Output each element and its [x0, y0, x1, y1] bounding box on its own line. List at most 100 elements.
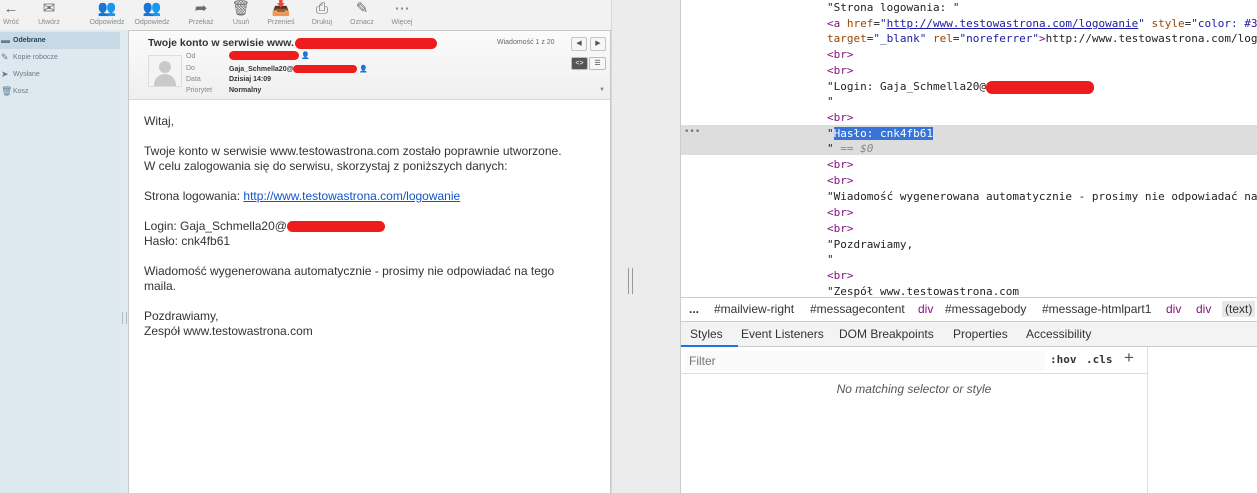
selected-text-node[interactable]: Hasło: cnk4fb61 [833, 127, 933, 140]
breadcrumb-item[interactable]: #mailview-right [714, 302, 794, 316]
back-arrow-icon: ← [3, 0, 19, 17]
login-text: Login: Gaja_Schmella20@ [144, 219, 287, 233]
redaction-mark [293, 65, 358, 74]
breadcrumb-item[interactable]: #message-htmlpart1 [1042, 302, 1151, 316]
trash-icon: 🗑 [1, 86, 13, 96]
back-button[interactable]: ← Wróć [0, 0, 22, 30]
folder-sent[interactable]: ➤ Wysłane [0, 66, 120, 83]
add-contact-icon[interactable]: 👤 [301, 52, 310, 59]
dom-line-quote[interactable]: " [827, 94, 834, 109]
from-label: Od [186, 53, 196, 60]
from-value[interactable]: 👤 [229, 51, 310, 60]
computed-sidebar [1147, 347, 1257, 493]
reply-button[interactable]: 👥 Odpowiedz [88, 0, 126, 30]
compose-button[interactable]: ✉ Utwórz [34, 0, 64, 30]
dom-line-dollar[interactable]: " == $0 [827, 141, 873, 156]
more-icon: ⋯ [394, 0, 410, 17]
breadcrumb-item[interactable]: #messagebody [945, 302, 1026, 316]
forward-button[interactable]: ➦ Przekaż [184, 0, 218, 30]
filter-input[interactable] [685, 351, 1045, 371]
breadcrumb-item[interactable]: #messagecontent [810, 302, 905, 316]
dom-line-br[interactable]: <br> [827, 205, 854, 220]
avatar [148, 55, 182, 87]
to-value[interactable]: Gaja_Schmella20@ 👤 [229, 65, 368, 74]
mark-button[interactable]: ✎ Oznacz [346, 0, 378, 30]
reply-all-button[interactable]: 👥 Odpowiedz [130, 0, 174, 30]
signature: Pozdrawiamy, Zespół www.testowastrona.co… [144, 309, 313, 338]
dom-line-auto[interactable]: "Wiadomość wygenerowana automatycznie - … [827, 189, 1257, 204]
class-toggle[interactable]: .cls [1086, 353, 1113, 366]
breadcrumb-item[interactable]: div [1196, 302, 1211, 316]
redaction-mark [985, 80, 1094, 94]
delete-button[interactable]: 🗑 Usuń [229, 0, 253, 30]
dom-line-br[interactable]: <br> [827, 63, 854, 78]
reply-all-icon: 👥 [142, 0, 162, 17]
add-rule-icon[interactable]: + [1124, 348, 1134, 368]
reply-icon: 👥 [97, 0, 117, 17]
dom-line-selected[interactable]: "Hasło: cnk4fb61 [827, 126, 933, 141]
folder-trash[interactable]: 🗑 Kosz [0, 83, 120, 100]
folder-splitter[interactable] [120, 30, 128, 493]
hover-state-toggle[interactable]: :hov [1050, 353, 1077, 366]
breadcrumb-more[interactable]: ... [689, 302, 699, 316]
href-link[interactable]: http://www.testowastrona.com/logowanie [887, 17, 1139, 30]
plain-view-button[interactable]: ☰ [589, 57, 606, 70]
lines-icon: ☰ [594, 60, 601, 67]
dom-tree: ••• "Strona logowania: " <a href="http:/… [681, 0, 1257, 298]
collapse-chevron-icon[interactable]: ▼ [599, 87, 605, 93]
dom-line-login[interactable]: "Login: Gaja_Schmella20@ [827, 79, 1094, 94]
mark-icon: ✎ [355, 0, 369, 17]
print-icon: ⎙ [315, 0, 328, 17]
tab-accessibility[interactable]: Accessibility [1026, 327, 1091, 341]
priority-value: Normalny [229, 87, 262, 94]
selected-node-row[interactable]: ••• [681, 125, 1257, 155]
prev-message-button[interactable]: ◀ [571, 37, 587, 51]
html-view-button[interactable]: <> [571, 57, 588, 70]
move-icon: 📥 [271, 0, 291, 17]
dom-line-br[interactable]: <br> [827, 110, 854, 125]
priority-label: Priorytet [186, 87, 213, 94]
pane-splitter[interactable] [611, 0, 680, 493]
tab-styles[interactable]: Styles [690, 327, 723, 341]
dom-line-br[interactable]: <br> [827, 173, 854, 188]
message-counter: Wiadomość 1 z 20 [497, 39, 555, 46]
print-button[interactable]: ⎙ Drukuj [309, 0, 335, 30]
folder-inbox[interactable]: ▬ Odebrane [0, 32, 120, 49]
breadcrumb-item[interactable]: div [918, 302, 933, 316]
date-value: Dzisiaj 14:09 [229, 76, 272, 83]
dom-line-anchor[interactable]: <a href="http://www.testowastrona.com/lo… [827, 16, 1257, 31]
dom-line-regards[interactable]: "Pozdrawiamy, [827, 237, 913, 252]
mail-toolbar: ← Wróć ✉ Utwórz 👥 Odpowiedz 👥 Odpowiedz … [0, 0, 620, 31]
date-label: Data [186, 76, 201, 83]
more-button[interactable]: ⋯ Więcej [388, 0, 416, 30]
tab-event-listeners[interactable]: Event Listeners [741, 327, 824, 341]
next-message-button[interactable]: ▶ [590, 37, 606, 51]
dom-line-br[interactable]: <br> [827, 221, 854, 236]
message-header: Twoje konto w serwisie www. Od 👤 Do Gaja… [129, 31, 610, 100]
breadcrumb-current[interactable]: (text) [1222, 301, 1256, 317]
dom-line-quote[interactable]: " [827, 252, 834, 267]
dom-line-anchor-cont[interactable]: target="_blank" rel="noreferrer">http://… [827, 31, 1257, 46]
chevron-right-icon: ▶ [595, 40, 601, 47]
tab-properties[interactable]: Properties [953, 327, 1008, 341]
move-button[interactable]: 📥 Przenieś [265, 0, 297, 30]
no-matching-styles-text: No matching selector or style [836, 382, 992, 396]
devtools-tabs: Styles Event Listeners DOM Breakpoints P… [681, 322, 1257, 347]
sent-icon: ➤ [1, 69, 9, 79]
dom-line-br[interactable]: <br> [827, 157, 854, 172]
code-icon: <> [575, 60, 584, 67]
login-page-link[interactable]: http://www.testowastrona.com/logowanie [243, 189, 460, 203]
add-contact-icon[interactable]: 👤 [359, 66, 368, 73]
dom-line-br[interactable]: <br> [827, 268, 854, 283]
folder-drafts[interactable]: ✎ Kopie robocze [0, 49, 120, 66]
devtools-panel: ••• "Strona logowania: " <a href="http:/… [680, 0, 1257, 493]
splitter-grip-icon [122, 312, 127, 324]
greeting-text: Witaj, [144, 114, 174, 128]
dom-line[interactable]: "Strona logowania: " [827, 0, 959, 15]
dom-line-br[interactable]: <br> [827, 47, 854, 62]
breadcrumb-item[interactable]: div [1166, 302, 1181, 316]
tab-dom-breakpoints[interactable]: DOM Breakpoints [839, 327, 934, 341]
more-options-icon[interactable]: ••• [684, 127, 700, 137]
chevron-left-icon: ◀ [576, 40, 582, 47]
splitter-grip-icon [628, 268, 633, 294]
